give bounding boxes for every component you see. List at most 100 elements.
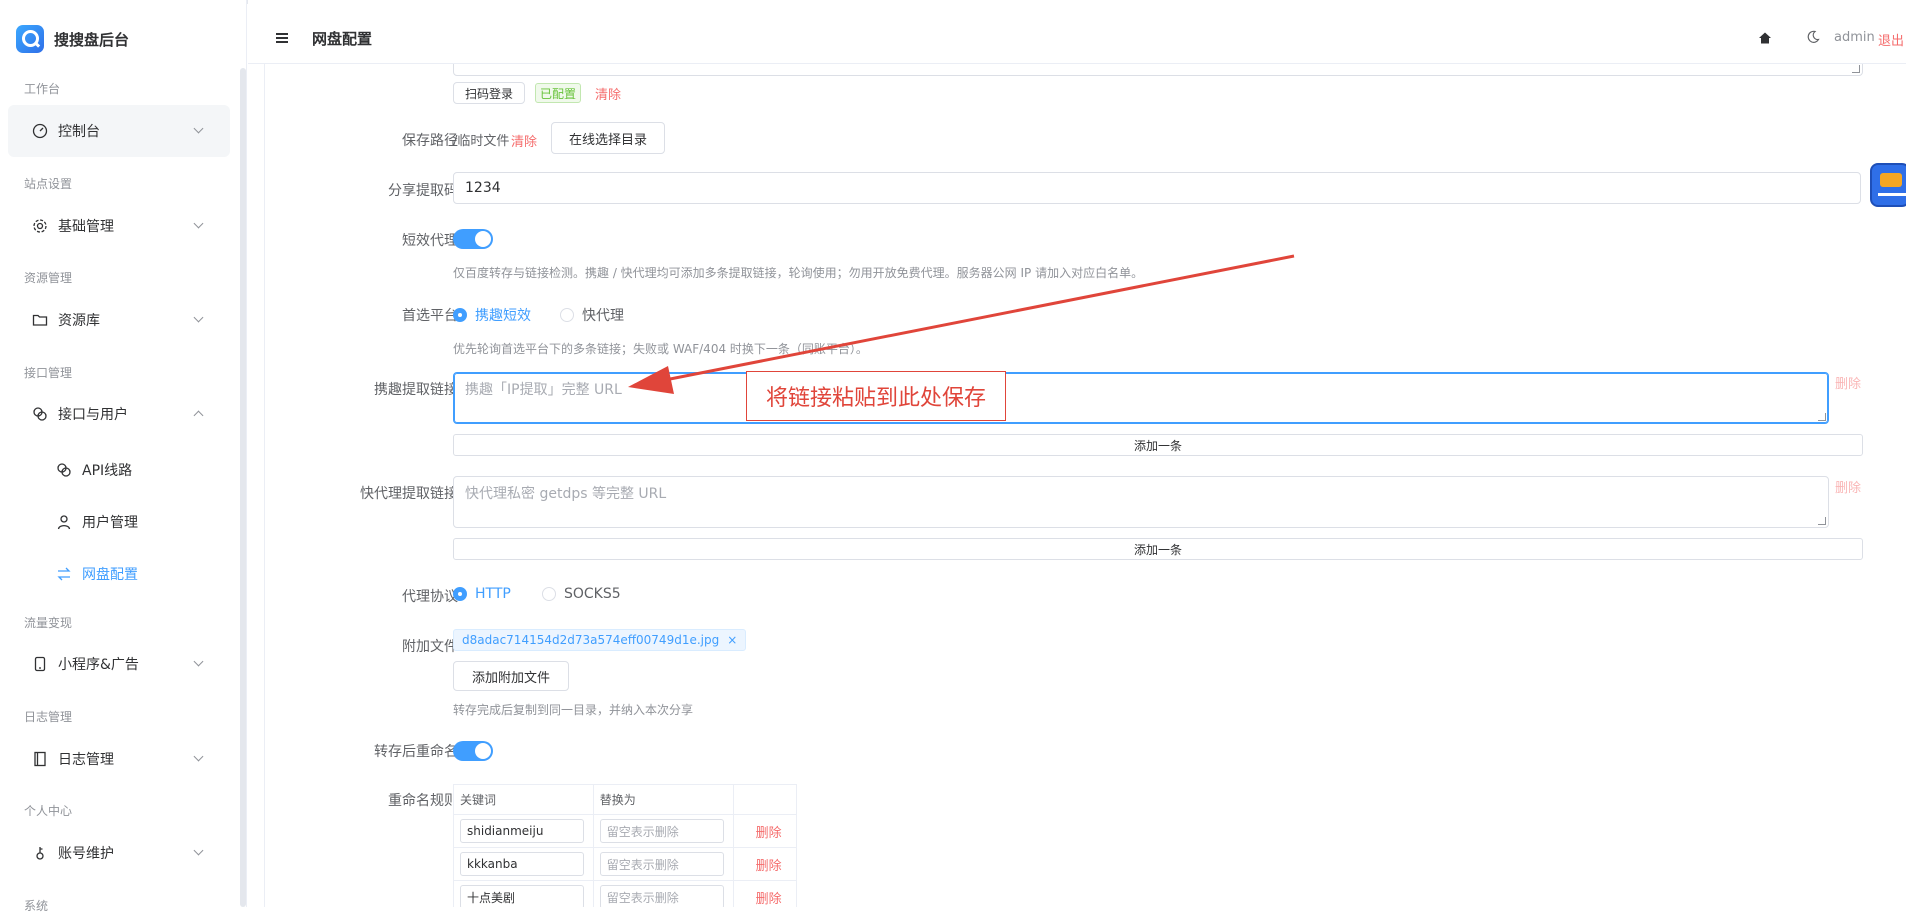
rename-rules-table: 关键词 替换为 shidianmeiju 留空表示删除 删除 kkkanba 留… [453,784,798,907]
share-code-label: 分享提取码 [388,183,458,199]
user-icon [56,514,72,530]
table-header-row: 关键词 替换为 [453,784,798,815]
replace-input[interactable]: 留空表示删除 [599,885,724,907]
save-path-value: /临时文件 [453,134,510,149]
header: 网盘配置 admin 退出 [248,0,1906,64]
sidebar-item-label: 基础管理 [58,219,114,235]
attach-file-tag: d8adac714154d2d73a574eff00749d1e.jpg × [453,629,747,651]
platform-radio-xiequ[interactable]: 携趣短效 [453,305,531,325]
sidebar-item-label: 日志管理 [58,752,114,768]
phone-icon [32,656,48,672]
notebook-icon [32,751,48,767]
add-attachment-button[interactable]: 添加附加文件 [453,661,569,691]
sidebar-item-account[interactable]: 账号维护 [8,827,230,879]
toolbox-widget-icon[interactable] [1870,163,1906,207]
replace-input[interactable]: 留空表示删除 [599,852,724,876]
sidebar-subitem-label: 用户管理 [82,515,138,531]
qr-login-button[interactable]: 扫码登录 [453,82,525,104]
table-header-empty [732,784,798,815]
group-title-personal: 个人中心 [24,804,73,818]
dashboard-icon [32,123,48,139]
sidebar-item-basic[interactable]: 基础管理 [8,200,230,252]
kdl-label: 快代理提取链接 [360,486,458,502]
table-row: shidianmeiju 留空表示删除 删除 [453,814,798,848]
delete-rule-link[interactable]: 删除 [740,859,782,874]
kdl-delete-link[interactable]: 删除 [1835,477,1861,496]
cookie-textarea[interactable] [453,64,1863,76]
sidebar-subitem-label: 网盘配置 [82,567,138,583]
resize-handle[interactable] [1818,517,1826,525]
link-icon [32,406,48,422]
sidebar-subitem-netdisk[interactable]: 网盘配置 [56,554,138,594]
resize-handle[interactable] [1818,413,1826,421]
attach-file-name: d8adac714154d2d73a574eff00749d1e.jpg [462,633,720,647]
xiequ-add-button[interactable]: 添加一条 [453,434,1863,456]
select-dir-button[interactable]: 在线选择目录 [551,122,665,154]
platform-radio-kdl[interactable]: 快代理 [560,305,624,325]
protocol-radio-socks5[interactable]: SOCKS5 [542,586,621,602]
close-icon[interactable]: × [727,633,737,647]
keyword-input[interactable]: 十点美剧 [460,885,584,907]
group-title-resource: 资源管理 [24,271,73,285]
xiequ-delete-link[interactable]: 删除 [1835,373,1861,392]
kdl-add-button[interactable]: 添加一条 [453,538,1863,560]
app-name: 搜搜盘后台 [54,30,130,49]
folder-icon [32,312,48,328]
protocol-label: 代理协议 [402,589,458,605]
chevron-down-icon [193,751,204,762]
sidebar-item-library[interactable]: 资源库 [8,294,230,346]
platform-help: 优先轮询首选平台下的多条链接；失败或 WAF/404 时换下一条（同账平台）。 [453,342,868,356]
home-icon[interactable] [1758,31,1772,45]
username[interactable]: admin [1834,30,1875,45]
attach-help: 转存完成后复制到同一目录，并纳入本次分享 [453,703,694,717]
sidebar-item-dashboard[interactable]: 控制台 [8,105,230,157]
save-path-label: 保存路径 [402,133,458,149]
sidebar-scrollbar[interactable] [240,68,246,907]
configured-badge: 已配置 [535,83,581,103]
sidebar-item-label: 小程序&广告 [58,657,139,673]
group-title-site: 站点设置 [24,177,73,191]
clear-cookie-link[interactable]: 清除 [595,84,621,103]
chevron-down-icon [193,218,204,229]
logo[interactable]: 搜搜盘后台 [16,25,129,53]
table-header: 替换为 [592,784,734,815]
group-title-logs: 日志管理 [24,710,73,724]
sidebar: 搜搜盘后台 工作台 控制台 站点设置 基础管理 资源管理 资源库 接口管理 接口… [0,0,247,913]
delete-rule-link[interactable]: 删除 [740,892,782,907]
sidebar-item-miniapp-ads[interactable]: 小程序&广告 [8,638,230,690]
xiequ-label: 携趣提取链接 [374,382,458,398]
proxy-help: 仅百度转存与链接检测。携趣 / 快代理均可添加多条提取链接，轮询使用；勿用开放免… [453,266,1144,280]
radio-unchecked-icon [542,587,556,601]
page-title: 网盘配置 [312,30,373,48]
key-icon [32,845,48,861]
keyword-input[interactable]: shidianmeiju [460,819,584,843]
resize-handle[interactable] [1852,65,1860,73]
radio-label: 携趣短效 [475,308,531,324]
group-title-system: 系统 [24,899,49,913]
menu-toggle-icon[interactable] [276,33,288,43]
logout-link[interactable]: 退出 [1878,30,1904,49]
rename-toggle[interactable] [453,741,493,761]
platform-label: 首选平台 [402,308,458,324]
radio-label: SOCKS5 [564,586,621,602]
kdl-url-textarea[interactable]: 快代理私密 getdps 等完整 URL [453,476,1829,528]
radio-label: 快代理 [582,308,624,324]
protocol-radio-http[interactable]: HTTP [453,586,511,602]
moon-icon[interactable] [1806,30,1820,44]
sidebar-item-api-users[interactable]: 接口与用户 [8,388,230,440]
rename-label: 转存后重命名 [374,744,458,760]
clear-path-link[interactable]: 清除 [511,131,537,150]
table-row: kkkanba 留空表示删除 删除 [453,847,798,881]
xiequ-placeholder: 携趣「IP提取」完整 URL [465,382,622,398]
table-row: 十点美剧 留空表示删除 删除 [453,880,798,907]
sidebar-subitem-api-lines[interactable]: API线路 [56,450,132,490]
keyword-input[interactable]: kkkanba [460,852,584,876]
delete-rule-link[interactable]: 删除 [740,826,782,841]
replace-input[interactable]: 留空表示删除 [599,819,724,843]
sidebar-subitem-users[interactable]: 用户管理 [56,502,138,542]
sidebar-item-logs[interactable]: 日志管理 [8,733,230,785]
proxy-toggle[interactable] [453,229,493,249]
share-code-input[interactable]: 1234 [453,172,1861,204]
xiequ-url-textarea[interactable]: 携趣「IP提取」完整 URL [453,372,1829,424]
rules-label: 重命名规则 [388,793,458,809]
